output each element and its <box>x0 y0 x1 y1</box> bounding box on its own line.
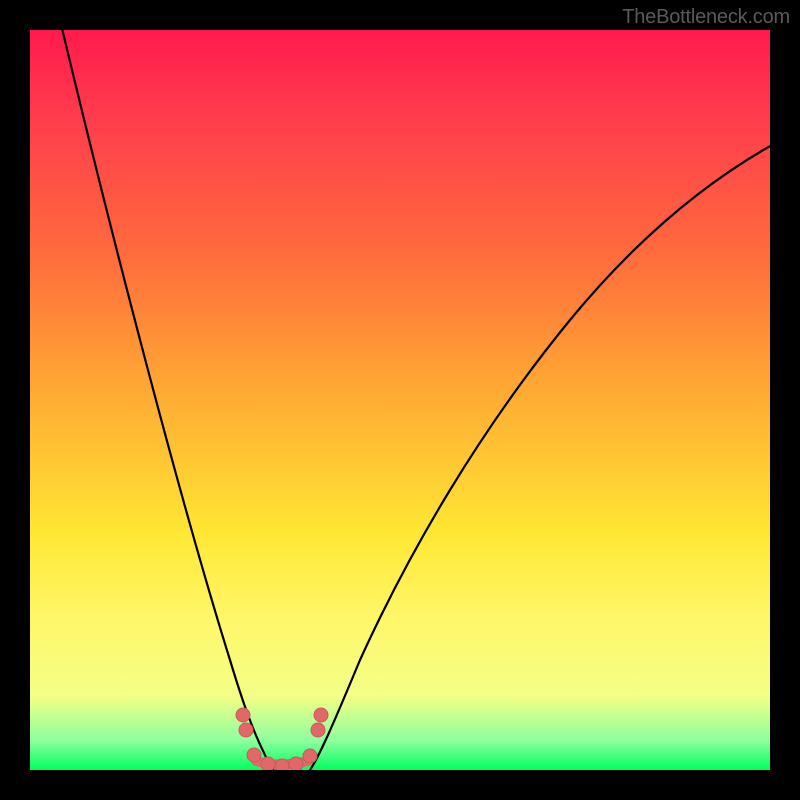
right-curve <box>310 145 770 770</box>
threshold-dot <box>261 757 275 770</box>
threshold-dot <box>314 708 328 722</box>
threshold-dot <box>236 708 250 722</box>
threshold-dot <box>289 757 303 770</box>
threshold-dot <box>247 748 261 762</box>
threshold-dot <box>303 749 317 763</box>
watermark-text: TheBottleneck.com <box>622 6 790 29</box>
threshold-dot <box>239 723 253 737</box>
threshold-dot <box>275 759 289 770</box>
threshold-marker-group <box>236 708 328 770</box>
threshold-dot <box>311 723 325 737</box>
left-curve <box>60 30 274 770</box>
chart-plot-area <box>30 30 770 770</box>
chart-svg <box>30 30 770 770</box>
